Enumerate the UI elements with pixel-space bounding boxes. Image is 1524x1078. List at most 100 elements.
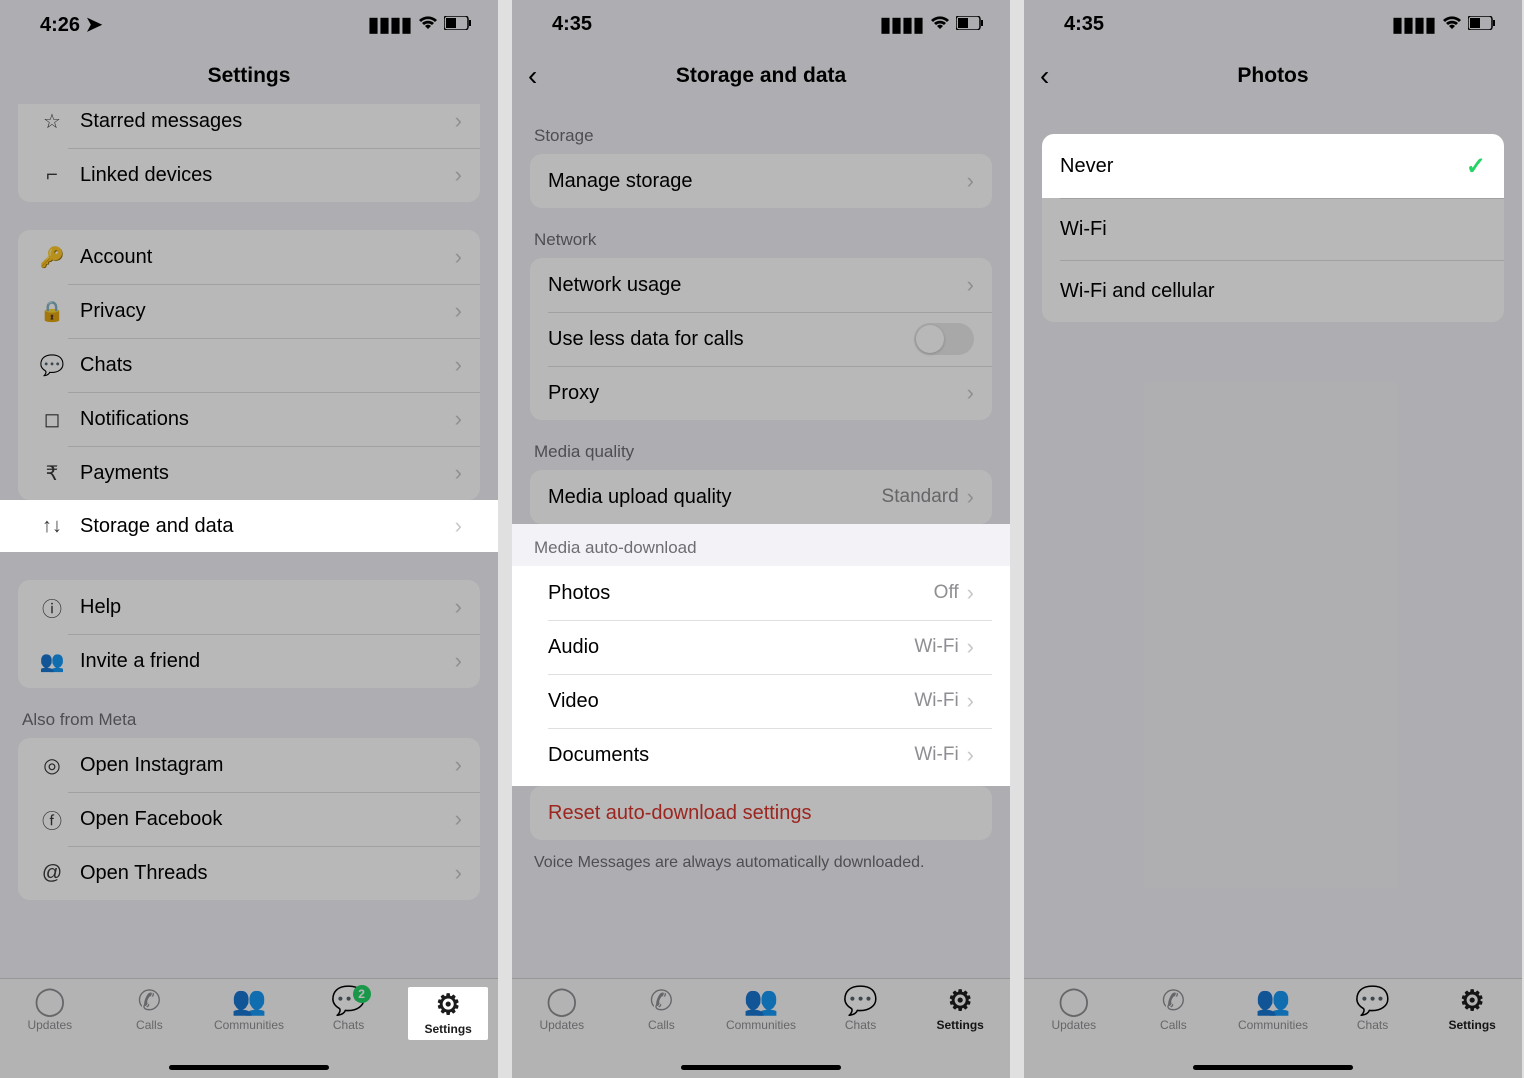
status-time: 4:26 ➤: [40, 12, 102, 37]
row-photos[interactable]: Photos Off ›: [530, 566, 992, 620]
updates-icon: ◯: [1058, 987, 1089, 1015]
nav-header: Settings: [0, 48, 498, 104]
chevron-right-icon: ›: [967, 168, 974, 194]
gear-icon: ⚙: [948, 987, 973, 1015]
tab-settings[interactable]: ⚙ Settings: [408, 987, 488, 1040]
row-documents[interactable]: Documents Wi-Fi ›: [530, 728, 992, 782]
status-bar: 4:35 ▮▮▮▮: [512, 0, 1010, 48]
row-privacy[interactable]: 🔒 Privacy ›: [18, 284, 480, 338]
chevron-right-icon: ›: [455, 648, 462, 674]
tab-label: Updates: [1051, 1018, 1096, 1032]
row-account[interactable]: 🔑 Account ›: [18, 230, 480, 284]
row-label: Help: [80, 596, 455, 619]
row-linked[interactable]: ⌐ Linked devices ›: [18, 148, 480, 202]
status-bar: 4:26 ➤ ▮▮▮▮: [0, 0, 498, 48]
back-button[interactable]: ‹: [528, 60, 537, 92]
group-network: Network usage › Use less data for calls …: [530, 258, 992, 420]
tab-communities[interactable]: 👥 Communities: [721, 987, 801, 1032]
row-threads[interactable]: @ Open Threads ›: [18, 846, 480, 900]
group-meta: ◎ Open Instagram › ⓕ Open Facebook › @ O…: [18, 738, 480, 900]
tab-chats[interactable]: 2 💬 Chats: [309, 987, 389, 1032]
gear-icon: ⚙: [436, 991, 461, 1019]
chevron-right-icon: ›: [967, 634, 974, 660]
tab-communities[interactable]: 👥 Communities: [1233, 987, 1313, 1032]
tab-updates[interactable]: ◯ Updates: [1034, 987, 1114, 1032]
chevron-right-icon: ›: [967, 688, 974, 714]
tab-chats[interactable]: 💬 Chats: [1333, 987, 1413, 1032]
chats-icon: 💬: [1355, 987, 1390, 1015]
battery-icon: [956, 13, 984, 36]
row-notifications[interactable]: ◻ Notifications ›: [18, 392, 480, 446]
row-value: Off: [934, 582, 959, 604]
row-upload-quality[interactable]: Media upload quality Standard ›: [530, 470, 992, 524]
row-invite[interactable]: 👥 Invite a friend ›: [18, 634, 480, 688]
signal-icon: ▮▮▮▮: [880, 12, 924, 37]
tab-label: Calls: [648, 1018, 675, 1032]
row-label: Media upload quality: [548, 486, 882, 509]
chevron-right-icon: ›: [455, 162, 462, 188]
tab-updates[interactable]: ◯ Updates: [522, 987, 602, 1032]
lock-icon: 🔒: [36, 299, 68, 324]
row-label: Open Facebook: [80, 808, 455, 831]
row-starred[interactable]: ☆ Starred messages ›: [18, 104, 480, 148]
tab-updates[interactable]: ◯ Updates: [10, 987, 90, 1032]
row-network-usage[interactable]: Network usage ›: [530, 258, 992, 312]
tab-calls[interactable]: ✆ Calls: [1133, 987, 1213, 1032]
row-video[interactable]: Video Wi-Fi ›: [530, 674, 992, 728]
row-storage-data[interactable]: ↑↓ Storage and data ›: [0, 500, 498, 552]
row-value: Standard: [882, 486, 959, 508]
chat-icon: 💬: [36, 353, 68, 378]
tab-settings[interactable]: ⚙ Settings: [1432, 987, 1512, 1032]
star-icon: ☆: [36, 109, 68, 134]
chevron-right-icon: ›: [455, 298, 462, 324]
row-instagram[interactable]: ◎ Open Instagram ›: [18, 738, 480, 792]
row-chats[interactable]: 💬 Chats ›: [18, 338, 480, 392]
calls-icon: ✆: [650, 987, 673, 1015]
key-icon: 🔑: [36, 245, 68, 270]
status-indicators: ▮▮▮▮: [1392, 12, 1496, 37]
toggle-lessdata[interactable]: [914, 323, 974, 355]
back-button[interactable]: ‹: [1040, 60, 1049, 92]
row-facebook[interactable]: ⓕ Open Facebook ›: [18, 792, 480, 846]
row-lessdata[interactable]: Use less data for calls: [530, 312, 992, 366]
row-proxy[interactable]: Proxy ›: [530, 366, 992, 420]
row-reset[interactable]: Reset auto-download settings: [530, 786, 992, 840]
signal-icon: ▮▮▮▮: [1392, 12, 1436, 37]
option-wifi-cellular[interactable]: Wi-Fi and cellular: [1042, 260, 1504, 322]
page-title: Photos: [1237, 64, 1308, 88]
tab-calls[interactable]: ✆ Calls: [109, 987, 189, 1032]
row-label: Reset auto-download settings: [548, 802, 974, 825]
row-label: Proxy: [548, 382, 967, 405]
row-label: Storage and data: [80, 515, 455, 538]
tab-label: Updates: [27, 1018, 72, 1032]
status-time: 4:35: [552, 13, 592, 36]
row-payments[interactable]: ₹ Payments ›: [18, 446, 480, 500]
tab-chats[interactable]: 💬 Chats: [821, 987, 901, 1032]
tab-settings[interactable]: ⚙ Settings: [920, 987, 1000, 1032]
row-audio[interactable]: Audio Wi-Fi ›: [530, 620, 992, 674]
row-help[interactable]: ⓘ Help ›: [18, 580, 480, 634]
row-label: Privacy: [80, 300, 455, 323]
row-value: Wi-Fi: [914, 690, 958, 712]
nav-header: ‹ Storage and data: [512, 48, 1010, 104]
battery-icon: [1468, 13, 1496, 36]
row-label: Notifications: [80, 408, 455, 431]
option-never[interactable]: Never ✓: [1042, 134, 1504, 198]
calls-icon: ✆: [1162, 987, 1185, 1015]
tab-label: Settings: [1449, 1018, 1496, 1032]
row-manage-storage[interactable]: Manage storage ›: [530, 154, 992, 208]
page-title: Storage and data: [676, 64, 846, 88]
tab-label: Settings: [425, 1022, 472, 1036]
tab-communities[interactable]: 👥 Communities: [209, 987, 289, 1032]
tab-calls[interactable]: ✆ Calls: [621, 987, 701, 1032]
chevron-right-icon: ›: [455, 594, 462, 620]
option-wifi[interactable]: Wi-Fi: [1042, 198, 1504, 260]
row-label: Video: [548, 690, 914, 713]
status-time: 4:35: [1064, 13, 1104, 36]
calls-icon: ✆: [138, 987, 161, 1015]
tab-label: Calls: [136, 1018, 163, 1032]
chevron-right-icon: ›: [455, 513, 462, 539]
chevron-right-icon: ›: [967, 380, 974, 406]
header-quality: Media quality: [512, 420, 1010, 470]
group-quality: Media upload quality Standard ›: [530, 470, 992, 524]
